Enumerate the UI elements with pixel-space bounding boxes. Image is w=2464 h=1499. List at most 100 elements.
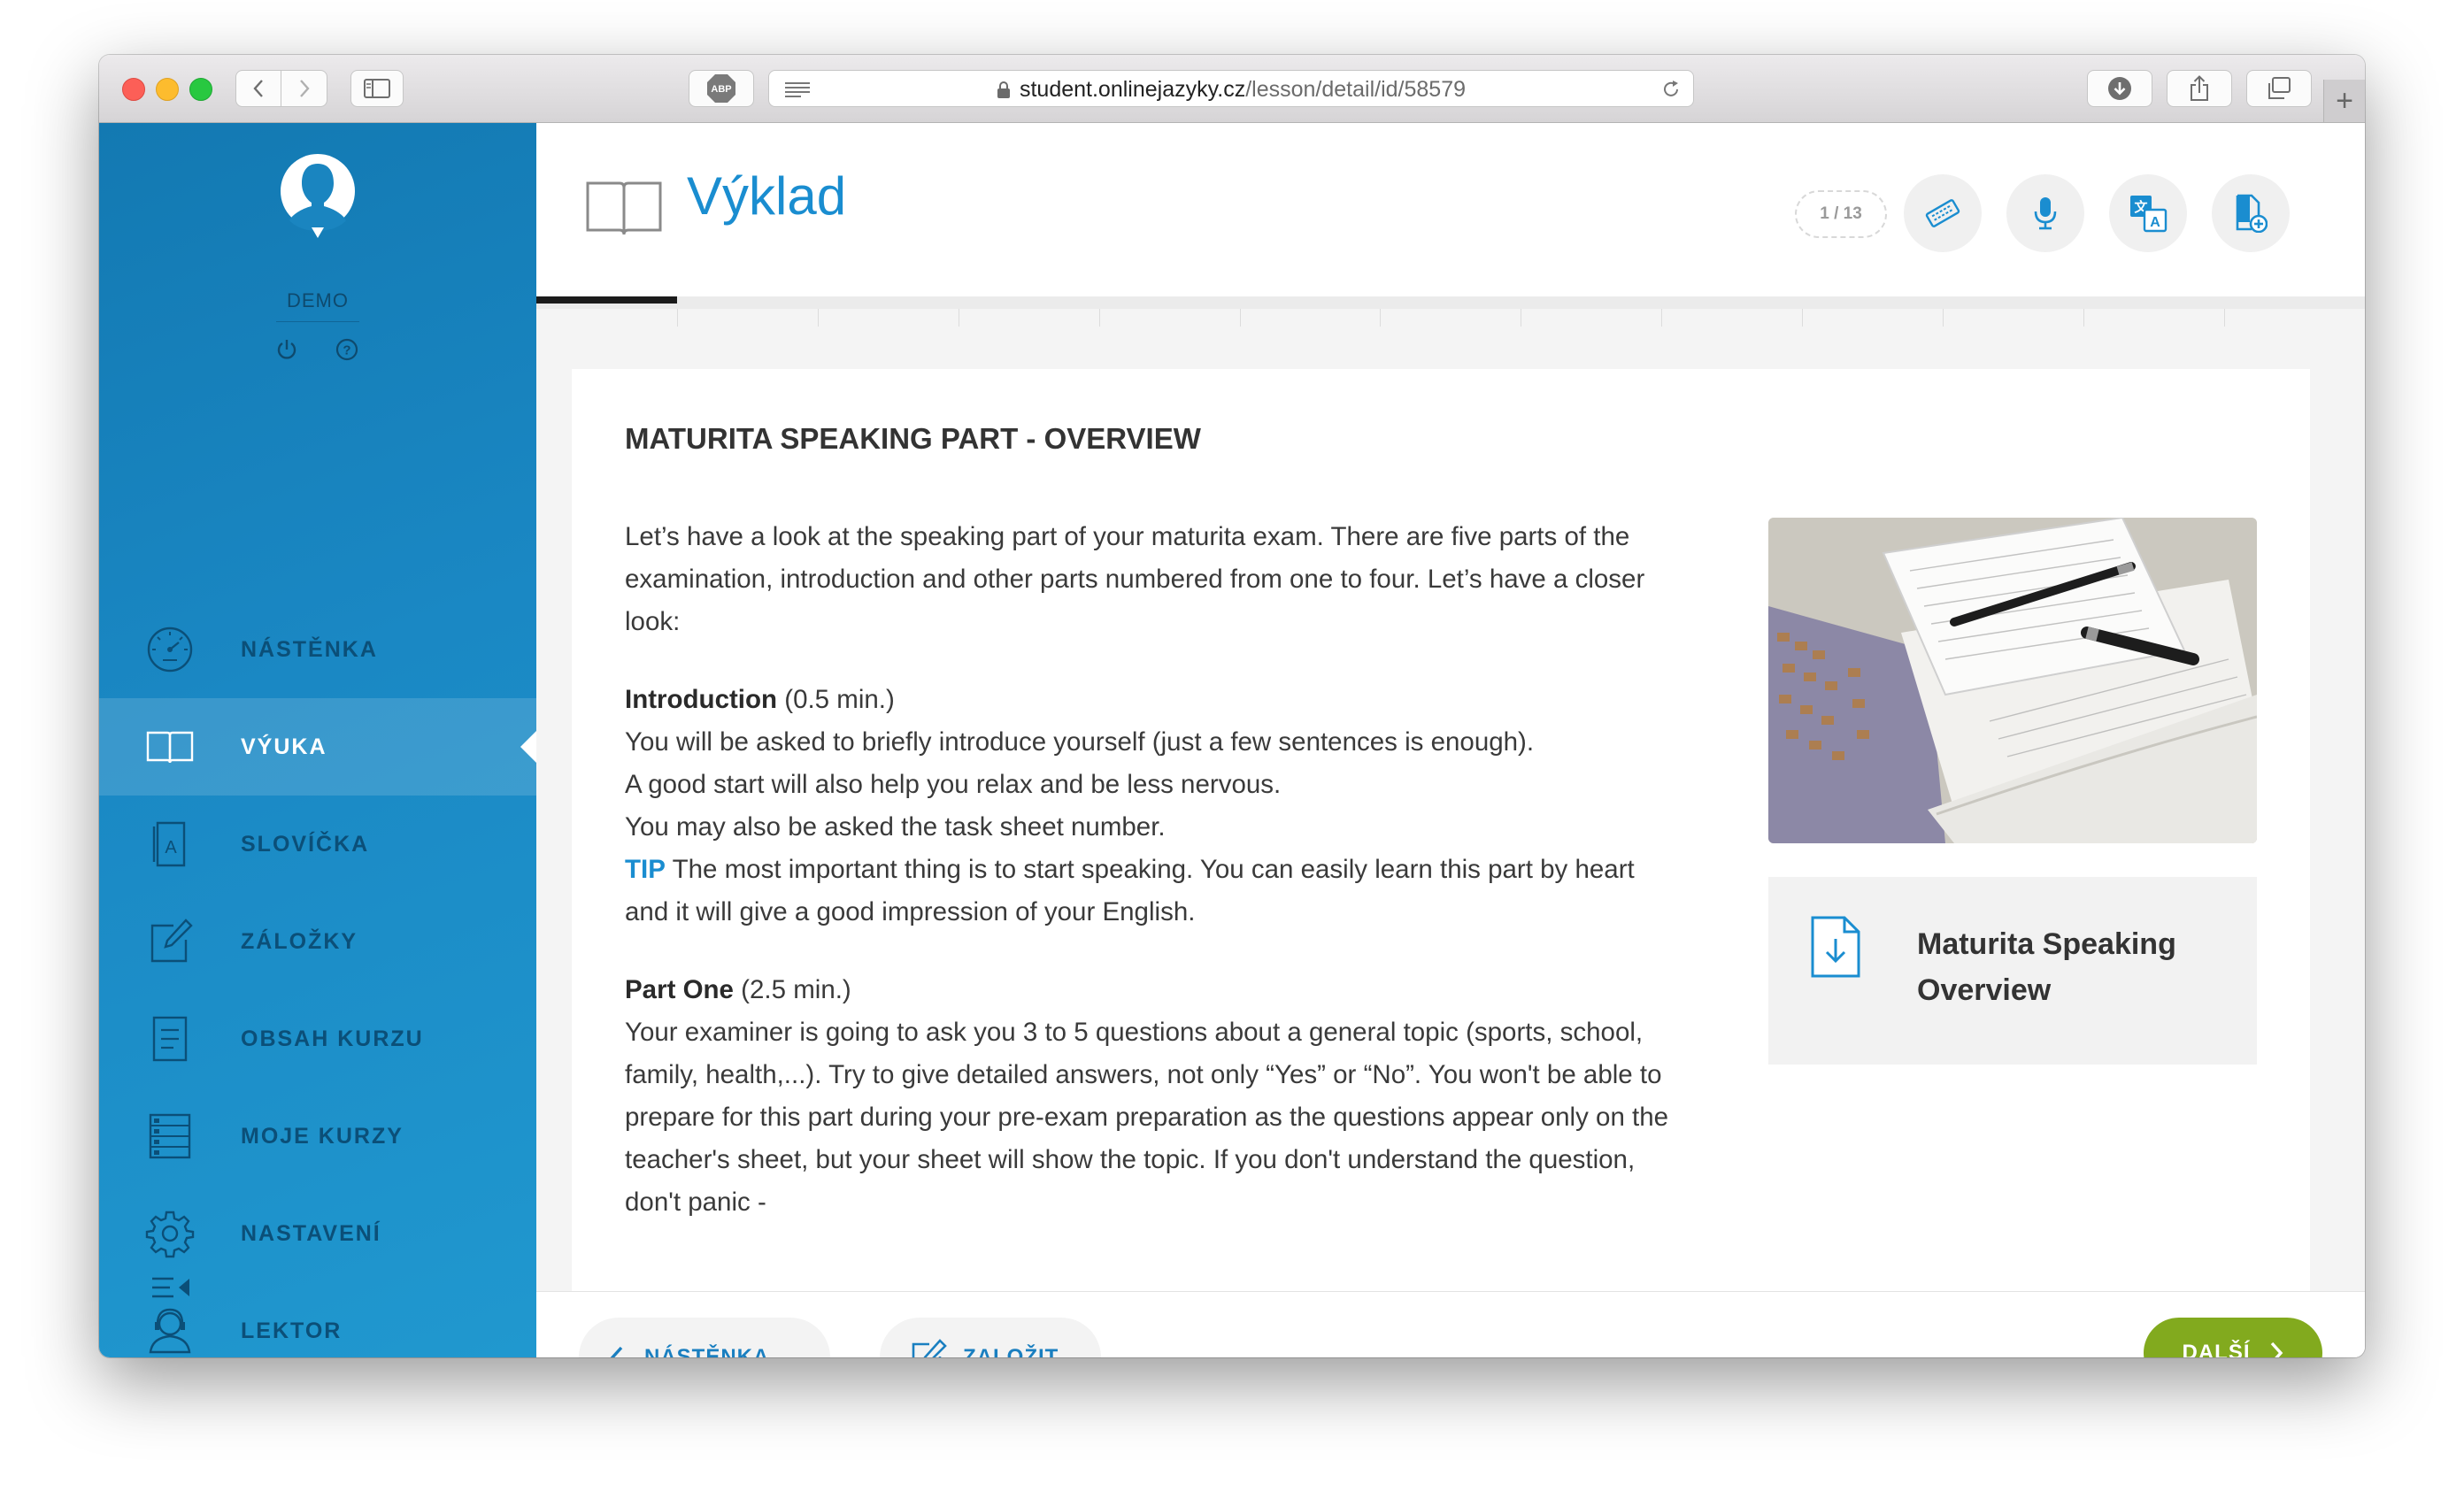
lock-icon [997,81,1010,98]
next-label: DALŠÍ [2182,1341,2251,1357]
paragraph-line: You may also be asked the task sheet num… [625,812,1166,842]
translate-button[interactable]: 文A [2109,174,2187,252]
keyboard-icon [1925,199,1960,227]
part-one-section: Part One (2.5 min.) Your examiner is goi… [625,969,1678,1224]
courses-list-icon [149,1113,191,1159]
sidebar: DEMO ? NÁSTĚNKA VÝUKA A SLOVÍČKA ZÁLOŽKY [99,123,536,1357]
chevron-right-icon [2270,1341,2283,1357]
sidebar-item-label: ZÁLOŽKY [241,929,358,954]
browser-window: ABP student.onlinejazyky.cz/lesson/detai… [99,55,2365,1357]
sidebar-icon [364,79,390,98]
sidebar-item-slovicka[interactable]: A SLOVÍČKA [99,796,536,893]
book-icon [586,181,662,235]
paragraph-line: A good start will also help you relax an… [625,770,1282,799]
sidebar-item-zalozky[interactable]: ZÁLOŽKY [99,893,536,990]
sidebar-item-label: OBSAH KURZU [241,1026,424,1051]
section-heading: Part One [625,975,734,1004]
bookmark-button[interactable]: ZALOŽIT [880,1318,1101,1357]
progress-segment-tick [1240,309,1241,327]
username-divider [276,321,359,322]
bookmark-label: ZALOŽIT [963,1345,1059,1357]
translate-icon: 文A [2130,196,2168,233]
svg-text:A: A [2150,215,2160,230]
sidebar-item-label: LEKTOR [241,1318,343,1343]
avatar[interactable] [280,153,356,238]
gear-icon [145,1211,195,1258]
lesson-card: MATURITA SPEAKING PART - OVERVIEW Let’s … [572,369,2310,1357]
vocabulary-icon: A [152,821,186,867]
sidebar-item-label: VÝUKA [241,734,327,759]
dashboard-icon [147,627,193,673]
progress-segment-tick [1802,309,1803,327]
progress-segment-tick [677,309,678,327]
sidebar-item-label: NASTAVENÍ [241,1221,381,1246]
back-label: NÁSTĚNKA [644,1345,770,1357]
lesson-text: Let’s have a look at the speaking part o… [625,516,1678,1259]
plus-icon: + [2336,83,2353,118]
collapse-sidebar-icon[interactable] [150,1275,191,1300]
add-note-button[interactable] [2212,174,2290,252]
downloads-button[interactable] [2087,70,2152,107]
svg-text:?: ? [343,343,350,358]
section-title: Výklad [687,166,847,226]
record-button[interactable] [2006,174,2084,252]
lesson-photo [1768,518,2257,843]
section-heading: Introduction [625,685,778,714]
adblock-button[interactable]: ABP [689,70,754,107]
lesson-header: Výklad 1 / 13 文A [536,123,2365,296]
download-card[interactable]: Maturita Speaking Overview [1768,877,2257,1065]
back-button[interactable] [235,70,281,107]
progress-segment-tick [2083,309,2084,327]
download-title: Maturita Speaking Overview [1917,927,2176,1007]
progress-segment-tick [1099,309,1100,327]
tabs-overview-button[interactable] [2246,70,2312,107]
minimize-window-button[interactable] [156,78,179,101]
back-to-dashboard-button[interactable]: NÁSTĚNKA [579,1318,830,1357]
add-document-icon [2236,194,2268,233]
history-nav [235,70,327,107]
book-icon [146,731,194,764]
paragraph-line: You will be asked to briefly introduce y… [625,727,1535,757]
chevron-left-icon [610,1346,623,1357]
url-host: student.onlinejazyky.cz [1019,77,1246,102]
section-time: (2.5 min.) [733,975,851,1004]
section-time: (0.5 min.) [777,685,895,714]
share-button[interactable] [2167,70,2232,107]
new-tab-button[interactable]: + [2323,80,2365,122]
bookmark-edit-icon [912,1339,947,1357]
help-icon[interactable]: ? [335,337,359,362]
close-window-button[interactable] [122,78,145,101]
lesson-progress-fill [536,296,677,304]
paragraph-text: Your examiner is going to ask you 3 to 5… [625,1018,1669,1217]
progress-segment-tick [1661,309,1662,327]
reload-icon[interactable] [1661,80,1681,99]
sidebar-toggle-button[interactable] [350,70,404,107]
sidebar-item-label: SLOVÍČKA [241,832,370,857]
lesson-progress-track [536,296,2365,309]
power-icon[interactable] [274,337,299,362]
zoom-window-button[interactable] [189,78,212,101]
keyboard-button[interactable] [1904,174,1982,252]
sidebar-item-moje-kurzy[interactable]: MOJE KURZY [99,1088,536,1185]
lesson-title: MATURITA SPEAKING PART - OVERVIEW [625,422,1201,455]
tip-label: TIP [625,855,666,884]
sidebar-item-nastaveni[interactable]: NASTAVENÍ [99,1185,536,1282]
sidebar-item-label: MOJE KURZY [241,1124,404,1149]
address-bar[interactable]: student.onlinejazyky.cz/lesson/detail/id… [768,70,1694,107]
forward-button[interactable] [281,70,327,107]
introduction-section: Introduction (0.5 min.) You will be aske… [625,679,1678,934]
sidebar-item-obsah-kurzu[interactable]: OBSAH KURZU [99,990,536,1088]
next-button[interactable]: DALŠÍ [2144,1318,2322,1357]
chevron-left-icon [253,80,263,97]
download-document-icon [1811,916,1860,978]
sidebar-item-nastenka[interactable]: NÁSTĚNKA [99,601,536,698]
page-indicator: 1 / 13 [1795,190,1887,238]
svg-text:A: A [165,838,177,857]
lesson-footer: NÁSTĚNKA ZALOŽIT DALŠÍ [536,1291,2365,1357]
sidebar-menu: NÁSTĚNKA VÝUKA A SLOVÍČKA ZÁLOŽKY OBSAH … [99,601,536,1357]
sidebar-item-label: NÁSTĚNKA [241,637,378,662]
progress-segment-tick [1380,309,1381,327]
document-list-icon [152,1016,188,1062]
sidebar-item-vyuka[interactable]: VÝUKA [99,698,536,796]
bookmark-edit-icon [150,919,193,963]
